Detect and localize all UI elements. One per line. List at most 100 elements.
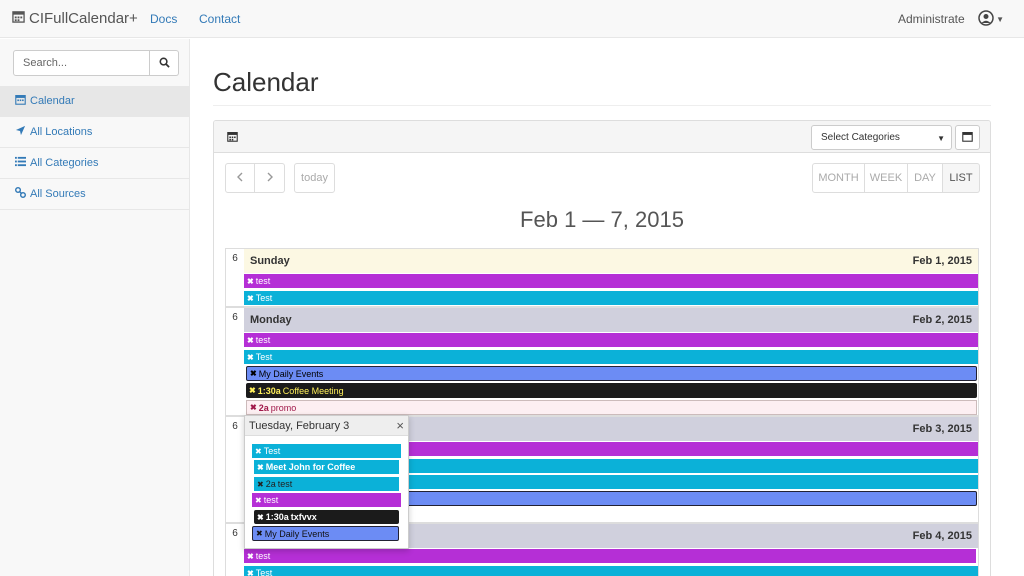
view-list-button[interactable]: LIST	[943, 163, 980, 193]
sidebar-item-label: All Categories	[30, 157, 99, 169]
title-divider	[213, 105, 991, 106]
panel-header: Select Categories ▼	[214, 121, 990, 153]
link-icon	[14, 187, 26, 201]
search-input[interactable]	[13, 50, 150, 76]
event-title: promo	[270, 402, 297, 413]
event-title: Test	[263, 446, 281, 456]
list-icon	[15, 156, 26, 170]
sidebar-item-label: Calendar	[30, 95, 75, 107]
event-title: Test	[255, 352, 273, 362]
event-title: My Daily Events	[258, 368, 324, 379]
event-title: Test	[255, 568, 273, 576]
event-item[interactable]: ✖ test	[244, 274, 978, 288]
event-item[interactable]: ✖ Test	[244, 566, 978, 576]
page-title: Calendar	[213, 67, 319, 97]
event-item[interactable]: ✖ 2a promo	[246, 400, 977, 415]
event-title: Meet John for Coffee	[265, 462, 356, 472]
chevron-down-icon: ▼	[996, 15, 1004, 24]
user-menu[interactable]: ▼	[978, 10, 1004, 29]
week-number: 6	[232, 421, 238, 432]
sidebar-item-sources[interactable]: All Sources	[0, 179, 189, 210]
week-number: 6	[232, 253, 238, 264]
popover-event[interactable]: ✖ test	[252, 493, 401, 507]
close-icon[interactable]: ✖	[257, 513, 264, 522]
calendar-icon	[15, 94, 26, 108]
close-icon[interactable]: ✖	[255, 447, 262, 456]
view-month-button[interactable]: MONTH	[812, 163, 865, 193]
close-icon[interactable]: ✖	[247, 353, 254, 362]
next-button[interactable]	[255, 163, 285, 193]
search-button[interactable]	[150, 50, 179, 76]
week-number: 6	[232, 312, 238, 323]
close-icon[interactable]: ✖	[257, 463, 264, 472]
day-name: Sunday	[250, 255, 290, 267]
event-time: 1:30a	[257, 385, 281, 396]
category-calendar-button[interactable]	[955, 125, 980, 150]
event-item[interactable]: ✖ test	[244, 333, 978, 347]
sidebar-item-label: All Locations	[30, 126, 93, 138]
close-icon[interactable]: ✖	[250, 403, 257, 412]
search-group	[13, 50, 179, 76]
search-icon	[159, 56, 170, 71]
brand-link[interactable]: CIFullCalendar+	[12, 10, 138, 27]
sidebar-item-calendar[interactable]: Calendar	[0, 86, 189, 117]
day-date: Feb 3, 2015	[912, 423, 972, 435]
event-item[interactable]: ✖ Test	[244, 350, 978, 364]
calendar-icon	[12, 10, 25, 27]
popover-event[interactable]: ✖ Test	[252, 444, 401, 458]
event-title: My Daily Events	[264, 528, 330, 539]
event-title: test	[255, 551, 271, 561]
event-title: test	[255, 276, 271, 286]
popover-event[interactable]: ✖ 2a test	[254, 477, 399, 491]
day-header: Monday Feb 2, 2015	[244, 308, 978, 332]
view-week-button[interactable]: WEEK	[865, 163, 908, 193]
chevron-left-icon	[236, 172, 244, 185]
nav-docs-link[interactable]: Docs	[150, 12, 177, 26]
event-title: Test	[255, 293, 273, 303]
popover-event[interactable]: ✖ My Daily Events	[252, 526, 399, 541]
event-item[interactable]: ✖ My Daily Events	[246, 366, 977, 381]
event-time: 2a	[258, 402, 269, 413]
popover-event[interactable]: ✖ Meet John for Coffee	[254, 460, 399, 474]
event-title: txfvvx	[290, 512, 317, 522]
event-item[interactable]: ✖ 1:30a Coffee Meeting	[246, 383, 977, 398]
calendar-icon	[962, 131, 973, 145]
close-icon[interactable]: ✖	[255, 496, 262, 505]
sidebar-item-categories[interactable]: All Categories	[0, 148, 189, 179]
view-day-button[interactable]: DAY	[908, 163, 943, 193]
sidebar-nav: Calendar All Locations All Categories Al…	[0, 86, 189, 210]
close-icon[interactable]: ✖	[256, 529, 263, 538]
close-icon[interactable]: ✖	[250, 369, 257, 378]
popover-event[interactable]: ✖ 1:30a txfvvx	[254, 510, 399, 524]
event-item[interactable]: ✖ Test	[244, 291, 978, 305]
event-title: test	[277, 479, 293, 489]
event-title: Coffee Meeting	[282, 385, 344, 396]
close-icon[interactable]: ✖	[257, 480, 264, 489]
category-select[interactable]: Select Categories ▼	[811, 125, 952, 150]
day-name: Monday	[250, 314, 292, 326]
day-row-monday: 6 Monday Feb 2, 2015 ✖ test ✖ Test ✖ My Dai…	[225, 307, 979, 416]
today-button[interactable]: today	[294, 163, 335, 193]
calendar-range-title: Feb 1 — 7, 2015	[520, 207, 684, 232]
event-title: test	[263, 495, 279, 505]
close-icon[interactable]: ✖	[247, 569, 254, 576]
close-icon[interactable]: ✖	[249, 386, 256, 395]
location-arrow-icon	[15, 125, 26, 139]
prev-button[interactable]	[225, 163, 255, 193]
close-icon[interactable]: ×	[396, 418, 404, 433]
close-icon[interactable]: ✖	[247, 336, 254, 345]
nav-administrate-link[interactable]: Administrate	[898, 12, 965, 26]
close-icon[interactable]: ✖	[247, 552, 254, 561]
sidebar-item-locations[interactable]: All Locations	[0, 117, 189, 148]
nav-contact-link[interactable]: Contact	[199, 12, 240, 26]
sidebar: Calendar All Locations All Categories Al…	[0, 39, 190, 576]
day-header: Sunday Feb 1, 2015	[244, 249, 978, 273]
day-row-sunday: 6 Sunday Feb 1, 2015 ✖ test ✖ Test	[225, 248, 979, 307]
close-icon[interactable]: ✖	[247, 277, 254, 286]
event-item[interactable]: ✖ test	[244, 549, 976, 563]
close-icon[interactable]: ✖	[247, 294, 254, 303]
calendar-icon	[227, 131, 238, 145]
day-date: Feb 1, 2015	[912, 255, 972, 267]
day-date: Feb 2, 2015	[912, 314, 972, 326]
popover-title: Tuesday, February 3	[249, 419, 350, 432]
